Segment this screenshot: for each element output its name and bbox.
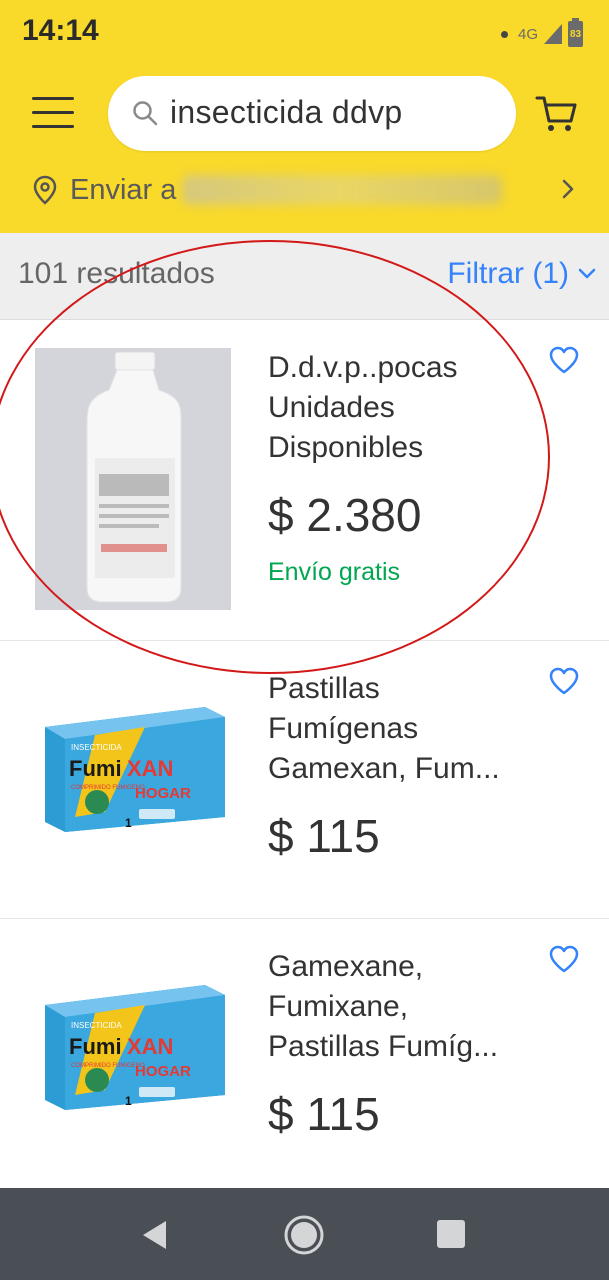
item-price: $ 115 (268, 810, 380, 862)
home-icon[interactable] (283, 1214, 325, 1256)
chevron-down-icon (578, 268, 596, 279)
menu-button[interactable] (32, 97, 74, 129)
list-item[interactable]: INSECTICIDA Fumi XAN HOGAR COMPRIMIDO FU… (0, 919, 609, 1188)
battery-icon: 83 (568, 18, 583, 47)
signal-icon (544, 24, 562, 44)
location-address-blurred (182, 175, 503, 205)
status-bar: 14:14 4G 83 (0, 0, 609, 62)
item-title-line: Fumixane, (268, 990, 409, 1023)
item-title-line: Fumígenas (268, 712, 419, 745)
item-title-line: Unidades (268, 391, 395, 424)
box-brand-b: XAN (127, 1034, 173, 1059)
notification-dot-icon (500, 30, 508, 38)
system-nav-bar (0, 1188, 609, 1280)
box-tag: COMPRIMIDO FUMIGENO (71, 1063, 145, 1069)
item-title-line: Disponibles (268, 431, 424, 464)
box-tag: COMPRIMIDO FUMIGENO (71, 785, 145, 791)
app-header: insecticida ddvp Enviar a (0, 62, 609, 233)
item-title[interactable]: Pastillas Fumígenas Gamexan, Fum... (268, 669, 553, 789)
item-title-line: Gamexan, Fum... (268, 752, 500, 785)
item-title[interactable]: Gamexane, Fumixane, Pastillas Fumíg... (268, 947, 553, 1067)
menu-line (32, 97, 74, 100)
item-title-line: Pastillas (268, 672, 380, 705)
heart-icon[interactable] (549, 346, 579, 374)
item-title[interactable]: D.d.v.p..pocas Unidades Disponibles (268, 348, 553, 468)
item-title-line: Gamexane, (268, 950, 424, 983)
item-price: $ 115 (268, 1088, 380, 1140)
product-image: INSECTICIDA Fumi XAN HOGAR COMPRIMIDO FU… (45, 707, 225, 832)
box-qty: 1 (125, 816, 132, 830)
product-image: INSECTICIDA Fumi XAN HOGAR COMPRIMIDO FU… (45, 985, 225, 1110)
menu-line (32, 125, 74, 128)
menu-line (32, 111, 74, 114)
location-label: Enviar a (70, 173, 177, 206)
list-item[interactable]: D.d.v.p..pocas Unidades Disponibles $ 2.… (0, 320, 609, 641)
box-top-text: INSECTICIDA (71, 743, 122, 752)
search-icon (133, 101, 158, 126)
box-qty: 1 (125, 1094, 132, 1108)
results-count: 101 resultados (18, 257, 215, 290)
item-price: $ 2.380 (268, 489, 422, 541)
item-title-line: Pastillas Fumíg... (268, 1030, 499, 1063)
item-title-line: D.d.v.p..pocas (268, 351, 458, 384)
filter-button[interactable]: Filtrar (1) (447, 257, 597, 291)
results-bar: 101 resultados Filtrar (1) (0, 233, 609, 320)
box-top-text: INSECTICIDA (71, 1021, 122, 1030)
heart-icon[interactable] (549, 945, 579, 973)
status-time: 14:14 (22, 14, 99, 47)
status-icons: 4G 83 (500, 18, 583, 48)
network-type: 4G (517, 25, 538, 43)
item-shipping: Envío gratis (268, 558, 401, 586)
search-query: insecticida ddvp (170, 94, 403, 130)
chevron-right-icon (562, 179, 574, 199)
box-brand-a: Fumi (69, 1034, 122, 1059)
product-image (35, 348, 231, 610)
box-brand-a: Fumi (69, 756, 122, 781)
search-input[interactable]: insecticida ddvp (108, 76, 516, 151)
list-item[interactable]: INSECTICIDA Fumi XAN HOGAR COMPRIMIDO FU… (0, 641, 609, 919)
box-brand-b: XAN (127, 756, 173, 781)
recent-apps-icon[interactable] (437, 1220, 465, 1248)
heart-icon[interactable] (549, 667, 579, 695)
shipping-location[interactable]: Enviar a (32, 170, 577, 210)
filter-label: Filtrar (1) (447, 257, 569, 290)
cart-icon[interactable] (535, 94, 577, 134)
back-icon[interactable] (140, 1218, 170, 1252)
battery-level: 83 (569, 28, 582, 40)
location-pin-icon (33, 175, 57, 205)
